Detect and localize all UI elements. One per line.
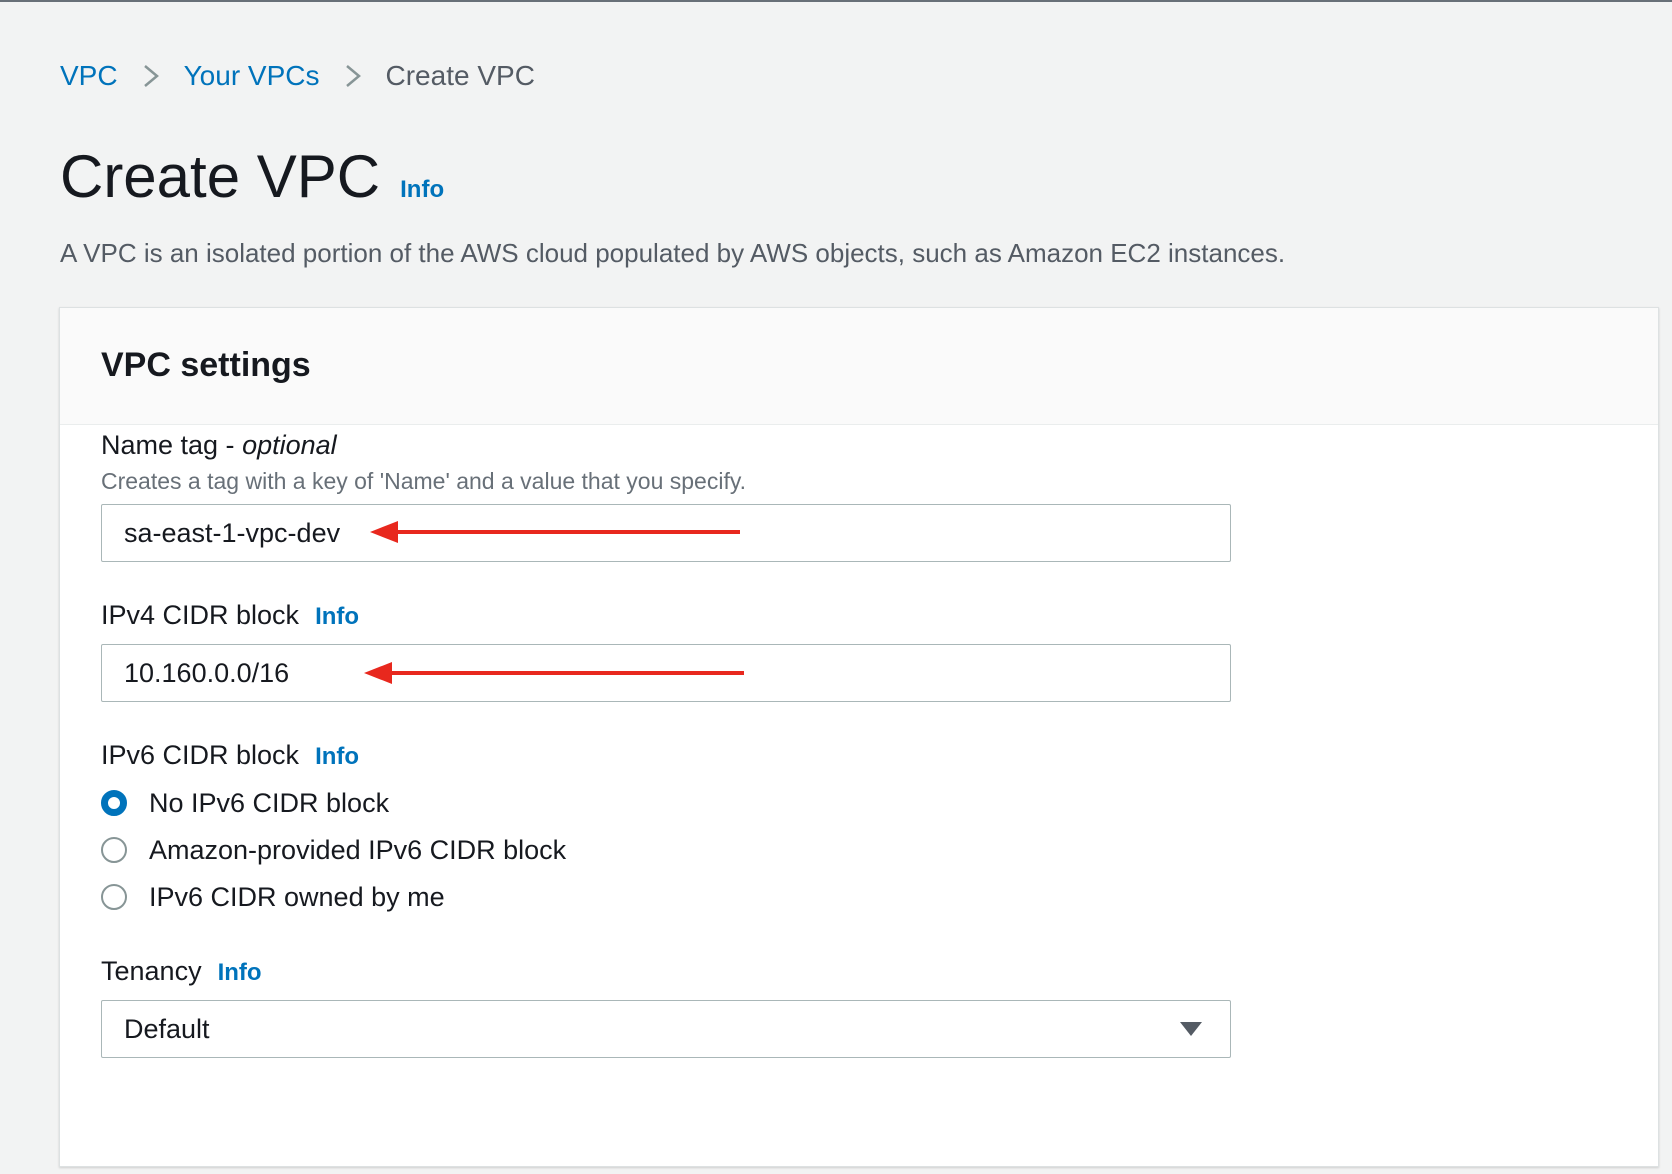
chevron-right-icon [143,65,159,87]
page: VPC Your VPCs Create VPC Create VPC Info… [0,0,1672,1174]
tenancy-label: Tenancy Info [101,956,262,987]
red-arrow-annotation [364,662,744,684]
panel-title: VPC settings [101,346,311,384]
radio-label: IPv6 CIDR owned by me [149,881,445,912]
radio-button[interactable] [101,837,127,863]
radio-ipv6-owned-by-me[interactable]: IPv6 CIDR owned by me [101,880,445,914]
tenancy-label-text: Tenancy [101,956,202,986]
page-header: Create VPC Info [60,142,444,212]
breadcrumb: VPC Your VPCs Create VPC [60,58,535,94]
ipv6-cidr-label-text: IPv6 CIDR block [101,740,300,770]
chevron-right-icon [345,65,361,87]
ipv4-info-link[interactable]: Info [315,603,359,630]
tenancy-info-link[interactable]: Info [218,959,262,986]
page-info-link[interactable]: Info [400,176,444,204]
ipv6-cidr-label: IPv6 CIDR block Info [101,740,359,771]
caret-down-icon [1180,1022,1202,1036]
breadcrumb-current: Create VPC [385,60,535,91]
name-tag-label: Name tag - optional [101,430,337,461]
tenancy-select[interactable]: Default [101,1000,1231,1058]
ipv4-cidr-label: IPv4 CIDR block Info [101,600,359,631]
ipv4-cidr-label-text: IPv4 CIDR block [101,600,300,630]
radio-button[interactable] [101,884,127,910]
red-arrow-annotation [370,521,740,543]
name-tag-optional: optional [242,430,337,460]
page-description: A VPC is an isolated portion of the AWS … [60,238,1286,268]
panel-header: VPC settings [60,308,1658,425]
ipv4-cidr-input-value: 10.160.0.0/16 [124,658,290,688]
breadcrumb-link-vpc[interactable]: VPC [60,60,118,92]
name-tag-input-value: sa-east-1-vpc-dev [124,518,341,548]
radio-button-checked[interactable] [101,790,127,816]
radio-label: No IPv6 CIDR block [149,787,390,818]
name-tag-description: Creates a tag with a key of 'Name' and a… [101,468,747,494]
page-title: Create VPC [60,143,381,210]
radio-no-ipv6[interactable]: No IPv6 CIDR block [101,786,389,820]
vpc-settings-panel: VPC settings Name tag - optional Creates… [59,307,1659,1167]
radio-label: Amazon-provided IPv6 CIDR block [149,834,567,865]
radio-amazon-provided-ipv6[interactable]: Amazon-provided IPv6 CIDR block [101,833,566,867]
ipv6-info-link[interactable]: Info [315,743,359,770]
tenancy-select-value: Default [124,1014,210,1044]
breadcrumb-link-your-vpcs[interactable]: Your VPCs [184,60,320,92]
name-tag-label-text: Name tag - [101,430,243,460]
